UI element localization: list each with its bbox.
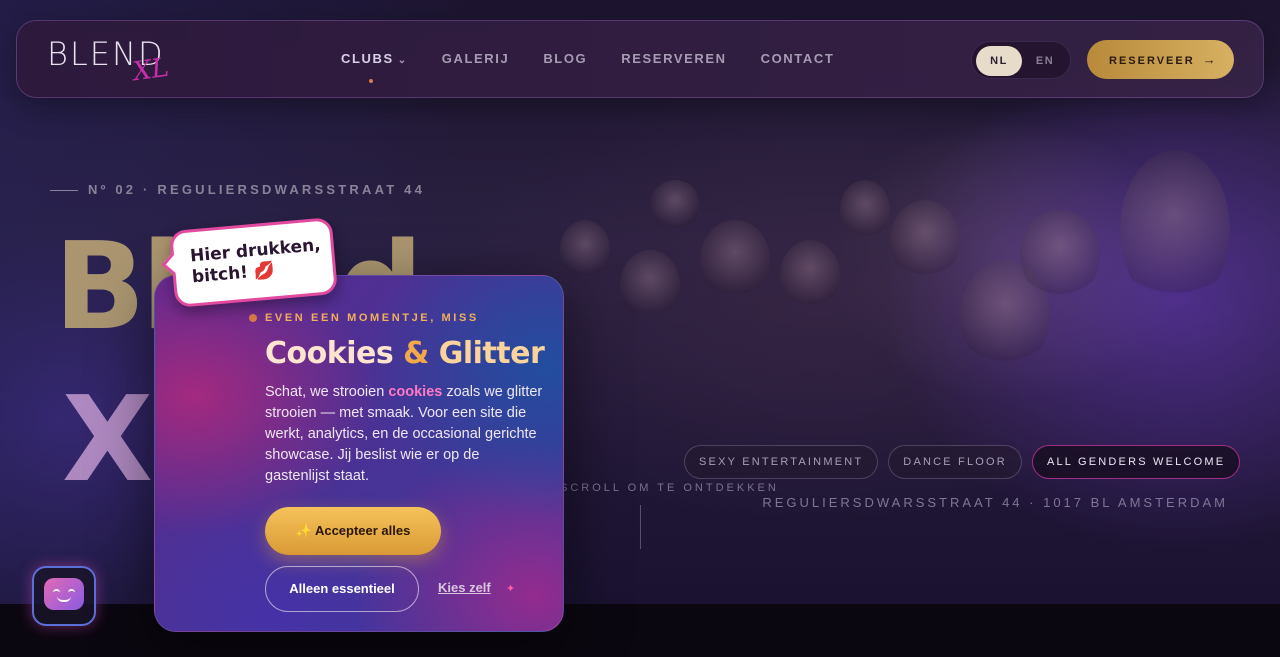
site-logo[interactable]: BLEND XL — [47, 35, 177, 88]
cookie-body-highlight: cookies — [388, 384, 443, 400]
language-switcher: NL EN — [971, 41, 1071, 79]
chat-bot-icon — [44, 578, 84, 610]
accept-all-button[interactable]: ✨ Accepteer alles — [265, 507, 441, 555]
tag-all-genders: ALL GENDERS WELCOME — [1031, 445, 1241, 479]
nav-item-contact[interactable]: CONTACT — [761, 51, 835, 66]
cookie-title-a: Cookies — [265, 336, 404, 371]
hero-title-line2: X — [62, 370, 153, 508]
eyebrow-line — [50, 190, 78, 192]
hero-tags: SEXY ENTERTAINMENT DANCE FLOOR ALL GENDE… — [684, 445, 1241, 479]
lang-en-button[interactable]: EN — [1022, 46, 1068, 76]
bot-eye-left — [53, 589, 60, 593]
top-navbar: BLEND XL CLUBS ⌄ GALERIJ BLOG RESERVEREN … — [16, 20, 1264, 98]
chat-bot-button[interactable] — [32, 566, 96, 626]
cookie-title: Cookies & Glitter — [265, 336, 545, 371]
cookie-body: Schat, we strooien cookies zoals we glit… — [265, 382, 547, 487]
cookie-title-amp: & — [403, 336, 429, 371]
eyebrow-text: Nº 02 · REGULIERSDWARSSTRAAT 44 — [88, 182, 426, 197]
bot-eye-right — [68, 589, 75, 593]
reserveer-label: RESERVEER — [1109, 55, 1195, 67]
cookie-eyebrow: EVEN EEN MOMENTJE, MISS — [249, 312, 479, 324]
choose-yourself-link[interactable]: Kies zelf — [438, 580, 491, 595]
hero-eyebrow: Nº 02 · REGULIERSDWARSSTRAAT 44 — [50, 182, 425, 197]
speech-bubble-text: Hier drukken, bitch! 💋 — [189, 235, 323, 288]
essential-only-button[interactable]: Alleen essentieel — [265, 566, 419, 612]
tag-sexy-entertainment: SEXY ENTERTAINMENT — [684, 445, 879, 479]
scroll-line — [640, 505, 641, 549]
scroll-hint: SCROLL OM TE ONTDEKKEN — [560, 482, 779, 494]
hero-address: REGULIERSDWARSSTRAAT 44 · 1017 BL AMSTER… — [762, 495, 1228, 510]
nav-item-reserveren[interactable]: RESERVEREN — [621, 51, 726, 66]
active-indicator-dot — [369, 79, 373, 83]
chevron-down-icon: ⌄ — [397, 55, 408, 66]
cookie-consent-dialog: EVEN EEN MOMENTJE, MISS Cookies & Glitte… — [154, 275, 564, 632]
reserveer-button[interactable]: RESERVEER → — [1087, 40, 1234, 79]
nav-item-blog[interactable]: BLOG — [543, 51, 587, 66]
nav-item-label: CLUBS — [341, 51, 394, 66]
cookie-title-b: Glitter — [428, 336, 545, 371]
nav-item-clubs[interactable]: CLUBS ⌄ — [341, 51, 408, 83]
bot-smile — [57, 596, 71, 602]
speech-bubble: Hier drukken, bitch! 💋 — [161, 217, 339, 308]
tag-dance-floor: DANCE FLOOR — [888, 445, 1022, 479]
lang-nl-button[interactable]: NL — [976, 46, 1022, 76]
cookie-body-pre: Schat, we strooien — [265, 384, 389, 400]
arrow-right-icon: → — [1202, 52, 1218, 67]
main-menu: CLUBS ⌄ GALERIJ BLOG RESERVEREN CONTACT — [341, 51, 835, 83]
logo-sub: XL — [131, 52, 171, 88]
nav-item-galerij[interactable]: GALERIJ — [442, 51, 510, 66]
sparkle-icon: ✦ — [506, 583, 516, 595]
